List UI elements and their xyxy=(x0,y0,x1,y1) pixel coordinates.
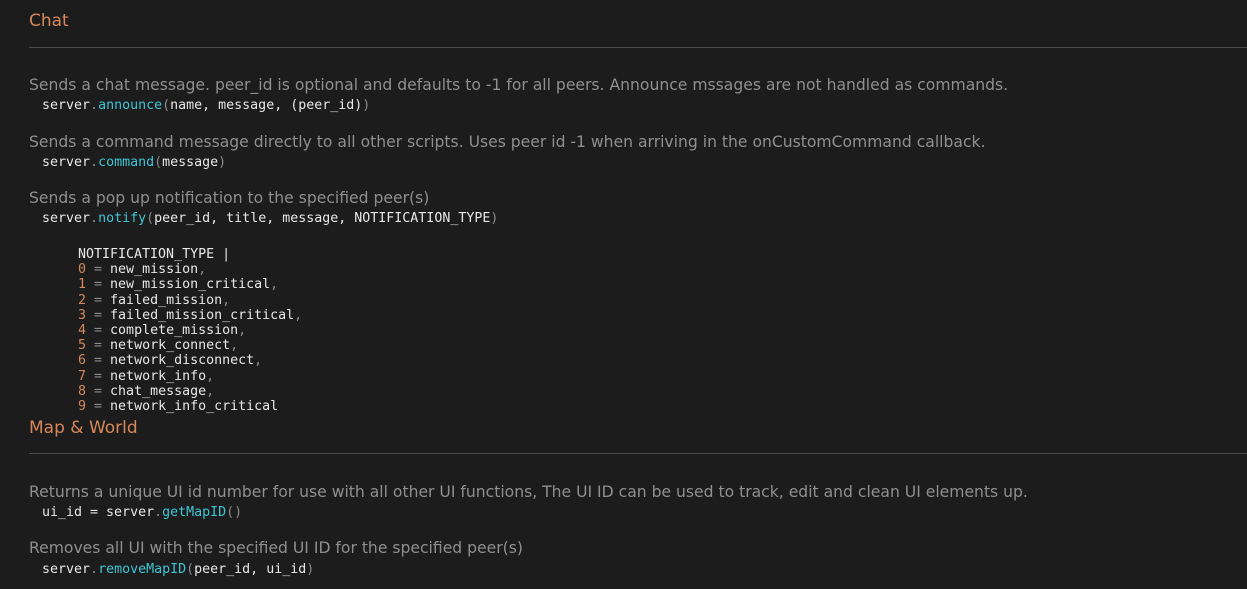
enum-item-number: 5 xyxy=(78,338,87,354)
enum-item: 6 = network_disconnect, xyxy=(78,353,302,368)
enum-item-equals: = xyxy=(86,322,111,338)
enum-item: 5 = network_connect, xyxy=(78,338,302,353)
enum-item-separator: , xyxy=(198,262,207,278)
enum-item-name: new_mission xyxy=(110,262,199,278)
enum-item: 3 = failed_mission_critical, xyxy=(78,308,302,323)
enum-item-number: 0 xyxy=(78,262,87,278)
enum-item: 2 = failed_mission, xyxy=(78,293,302,308)
command-args: message xyxy=(162,155,219,170)
enum-item-separator: , xyxy=(206,383,215,399)
getmapid-function-name: getMapID xyxy=(162,505,227,520)
notify-object: server xyxy=(42,211,91,226)
enum-item-separator: , xyxy=(206,368,215,384)
enum-item: 4 = complete_mission, xyxy=(78,323,302,338)
notification-type-enum: NOTIFICATION_TYPE | 0 = new_mission, 1 = … xyxy=(78,247,302,414)
enum-list: 0 = new_mission, 1 = new_mission_critical… xyxy=(78,262,302,414)
enum-item: 9 = network_info_critical xyxy=(78,399,302,414)
announce-signature: server.announce(name, message, (peer_id)… xyxy=(42,98,371,113)
notify-function-name: notify xyxy=(98,211,147,226)
enum-item-equals: = xyxy=(86,307,111,323)
enum-item-separator: , xyxy=(230,338,239,354)
enum-item: 1 = new_mission_critical, xyxy=(78,277,302,292)
enum-item-name: network_info xyxy=(110,368,207,384)
enum-item-number: 9 xyxy=(78,398,87,414)
enum-item-separator: , xyxy=(222,292,231,308)
section-divider-map-world xyxy=(29,453,1247,454)
command-signature: server.command(message) xyxy=(42,155,227,170)
enum-item-name: complete_mission xyxy=(110,322,239,338)
documentation-page: Chat Sends a chat message. peer_id is op… xyxy=(0,0,1247,589)
enum-item-name: new_mission_critical xyxy=(110,277,271,293)
enum-item-equals: = xyxy=(86,353,111,369)
enum-item-number: 8 xyxy=(78,383,87,399)
announce-description: Sends a chat message. peer_id is optiona… xyxy=(29,76,1009,94)
getmapid-object: server xyxy=(106,505,155,520)
enum-item-equals: = xyxy=(86,398,111,414)
enum-item-number: 3 xyxy=(78,307,87,323)
removemapid-description: Removes all UI with the specified UI ID … xyxy=(29,539,523,557)
getmapid-signature: ui_id = server.getMapID() xyxy=(42,505,243,520)
enum-item-equals: = xyxy=(86,277,111,293)
enum-item: 0 = new_mission, xyxy=(78,262,302,277)
enum-item-number: 7 xyxy=(78,368,87,384)
enum-item-separator: , xyxy=(270,277,279,293)
enum-item-name: network_connect xyxy=(110,338,231,354)
removemapid-signature: server.removeMapID(peer_id, ui_id) xyxy=(42,562,315,577)
notify-args: peer_id, title, message, NOTIFICATION_TY… xyxy=(154,211,491,226)
enum-item-equals: = xyxy=(86,292,111,308)
announce-object: server xyxy=(42,98,91,113)
enum-item-number: 1 xyxy=(78,277,87,293)
enum-item-separator: , xyxy=(254,353,263,369)
notify-signature: server.notify(peer_id, title, message, N… xyxy=(42,211,499,226)
enum-item-name: network_disconnect xyxy=(110,353,255,369)
getmapid-description: Returns a unique UI id number for use wi… xyxy=(29,483,1028,501)
command-description: Sends a command message directly to all … xyxy=(29,133,986,151)
announce-function-name: announce xyxy=(98,98,163,113)
section-title-map-world: Map & World xyxy=(29,418,138,438)
enum-item-name: failed_mission xyxy=(110,292,223,308)
enum-item: 7 = network_info, xyxy=(78,369,302,384)
announce-args: name, message, (peer_id) xyxy=(170,98,363,113)
enum-item-name: network_info_critical xyxy=(110,398,279,414)
enum-item-number: 2 xyxy=(78,292,87,308)
enum-item-equals: = xyxy=(86,338,111,354)
section-title-chat: Chat xyxy=(29,11,69,31)
enum-item-number: 6 xyxy=(78,353,87,369)
enum-item-separator: , xyxy=(238,322,247,338)
enum-item-equals: = xyxy=(86,383,111,399)
removemapid-function-name: removeMapID xyxy=(98,562,187,577)
enum-item-equals: = xyxy=(86,262,111,278)
enum-item-separator: , xyxy=(294,307,303,323)
notify-description: Sends a pop up notification to the speci… xyxy=(29,189,430,207)
enum-item: 8 = chat_message, xyxy=(78,384,302,399)
enum-item-number: 4 xyxy=(78,322,87,338)
enum-header: NOTIFICATION_TYPE | xyxy=(78,247,231,262)
enum-item-equals: = xyxy=(86,368,111,384)
enum-item-name: failed_mission_critical xyxy=(110,307,295,323)
removemapid-args: peer_id, ui_id xyxy=(194,562,307,577)
enum-item-name: chat_message xyxy=(110,383,207,399)
getmapid-lhs: ui_id = xyxy=(42,505,107,520)
command-object: server xyxy=(42,155,91,170)
command-function-name: command xyxy=(98,155,155,170)
removemapid-object: server xyxy=(42,562,91,577)
section-divider-chat xyxy=(29,47,1247,48)
